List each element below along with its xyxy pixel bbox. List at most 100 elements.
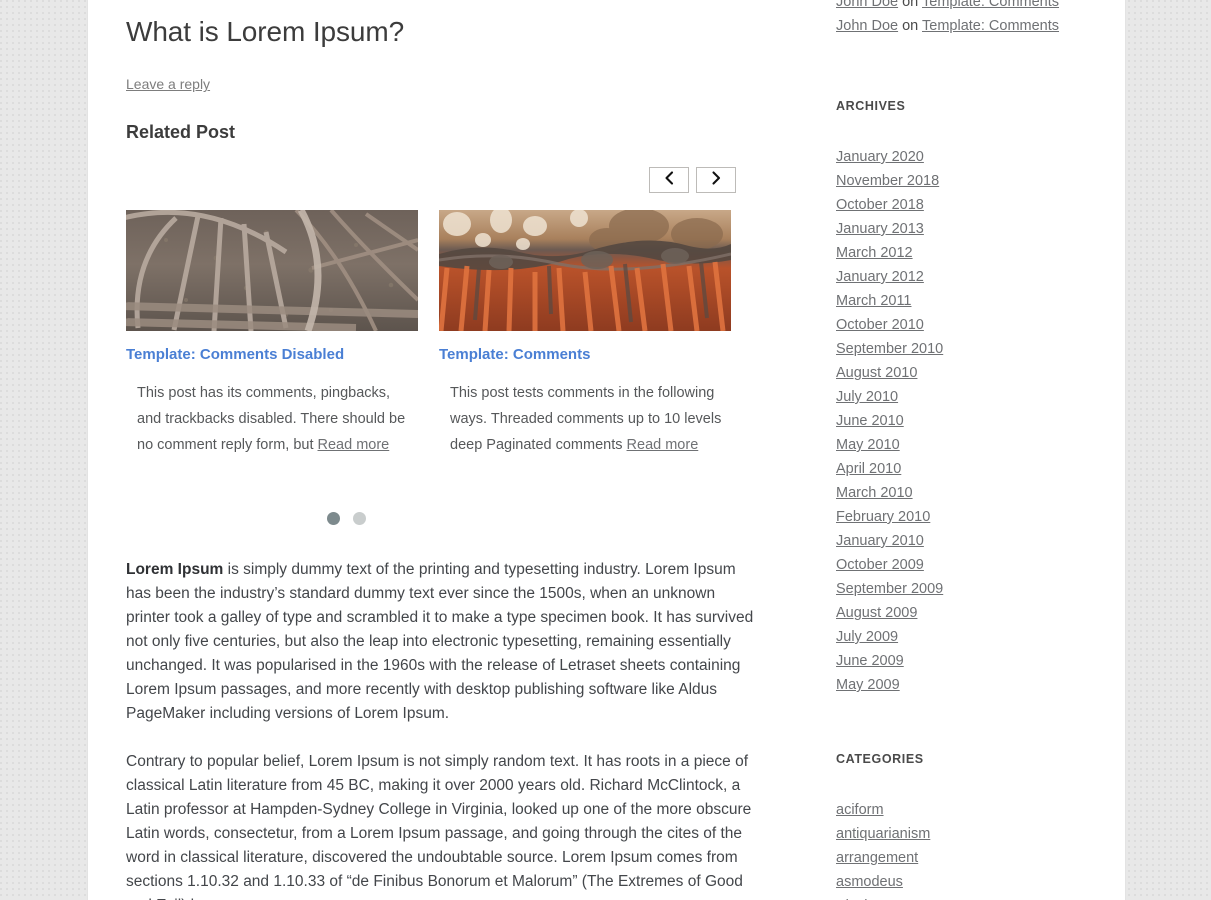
archive-item: January 2012 (836, 265, 1098, 289)
archive-item: July 2009 (836, 625, 1098, 649)
comment-post-link[interactable]: Template: Comments (922, 18, 1059, 34)
category-link[interactable]: aciform (836, 802, 884, 818)
carousel-slide: Template: Comments This post tests comme… (439, 210, 731, 473)
archive-link[interactable]: October 2018 (836, 197, 924, 213)
archive-link[interactable]: January 2012 (836, 269, 924, 285)
related-post-heading: Related Post (126, 122, 236, 143)
slide-read-more-link[interactable]: Read more (627, 437, 699, 453)
category-link[interactable]: arrangement (836, 850, 918, 866)
archive-item: August 2009 (836, 601, 1098, 625)
recent-comments-list: John Doe on Template: Comments John Doe … (836, 0, 1098, 38)
carousel-next-button[interactable] (696, 167, 736, 194)
slide-title-link[interactable]: Template: Comments Disabled (126, 346, 344, 363)
archive-item: January 2010 (836, 529, 1098, 553)
chevron-right-icon (712, 171, 721, 185)
page-root: What is Lorem Ipsum? Leave a reply Relat… (0, 0, 1211, 900)
widget-recent-comments: John Doe on Template: Comments John Doe … (836, 0, 1098, 38)
archive-link[interactable]: January 2010 (836, 533, 924, 549)
carousel-slide: Template: Comments Disabled This post ha… (126, 210, 418, 473)
archive-link[interactable]: January 2013 (836, 221, 924, 237)
page-title: What is Lorem Ipsum? (126, 16, 405, 47)
content-sheet: What is Lorem Ipsum? Leave a reply Relat… (88, 0, 1125, 900)
category-item: aciform (836, 798, 1098, 822)
slide-read-more-link[interactable]: Read more (318, 437, 390, 453)
archive-link[interactable]: April 2010 (836, 461, 901, 477)
archive-link[interactable]: November 2018 (836, 173, 939, 189)
archives-widget-title: Archives (836, 99, 906, 113)
archive-item: January 2013 (836, 217, 1098, 241)
related-post-carousel: Template: Comments Disabled This post ha… (126, 167, 756, 525)
archive-item: September 2009 (836, 577, 1098, 601)
slide-thumbnail-orange-bark[interactable] (439, 210, 731, 332)
comment-on-text: on (898, 0, 923, 10)
archive-link[interactable]: September 2010 (836, 341, 943, 357)
primary-content-column: What is Lorem Ipsum? Leave a reply Relat… (126, 0, 756, 900)
sidebar: John Doe on Template: Comments John Doe … (836, 0, 1098, 900)
archive-link[interactable]: March 2010 (836, 485, 913, 501)
archive-item: March 2012 (836, 241, 1098, 265)
category-item: arrangement (836, 846, 1098, 870)
carousel-dot-2[interactable] (352, 511, 366, 525)
archive-item: March 2011 (836, 289, 1098, 313)
archive-item: July 2010 (836, 385, 1098, 409)
archive-item: June 2009 (836, 649, 1098, 673)
recent-comment-item: John Doe on Template: Comments (836, 0, 1098, 14)
archive-item: April 2010 (836, 457, 1098, 481)
article-paragraph: Lorem Ipsum is simply dummy text of the … (126, 558, 756, 726)
comment-author-link[interactable]: John Doe (836, 0, 898, 10)
orange-wood-bark-image (439, 210, 731, 332)
archive-item: October 2010 (836, 313, 1098, 337)
slide-excerpt: This post has its comments, pingbacks, a… (126, 380, 418, 458)
category-item: Block (836, 894, 1098, 900)
archive-item: June 2010 (836, 409, 1098, 433)
archives-list: January 2020 November 2018 October 2018 Jan… (836, 113, 1098, 697)
categories-widget-title: Categories (836, 752, 924, 766)
archive-link[interactable]: May 2010 (836, 437, 900, 453)
archive-link[interactable]: August 2010 (836, 365, 917, 381)
paragraph-lead-bold: Lorem Ipsum (126, 560, 224, 578)
archive-item: August 2010 (836, 361, 1098, 385)
slide-excerpt: This post tests comments in the followin… (439, 380, 731, 458)
archive-link[interactable]: July 2009 (836, 629, 898, 645)
article-paragraph: Contrary to popular belief, Lorem Ipsum … (126, 750, 756, 900)
carousel-dot-1[interactable] (326, 511, 340, 525)
category-link[interactable]: asmodeus (836, 874, 903, 890)
archive-item: May 2009 (836, 673, 1098, 697)
archive-link[interactable]: March 2012 (836, 245, 913, 261)
categories-list: aciform antiquarianism arrangement asmodeus… (836, 766, 1098, 900)
wagon-wheel-spokes-image (126, 210, 418, 332)
carousel-prev-button[interactable] (649, 167, 689, 194)
carousel-track: Template: Comments Disabled This post ha… (126, 210, 756, 473)
category-item: antiquarianism (836, 822, 1098, 846)
archive-item: February 2010 (836, 505, 1098, 529)
archive-item: January 2020 (836, 145, 1098, 169)
slide-title: Template: Comments (439, 344, 731, 365)
archive-item: November 2018 (836, 169, 1098, 193)
archive-link[interactable]: July 2010 (836, 389, 898, 405)
leave-a-reply-link[interactable]: Leave a reply (126, 76, 210, 92)
slide-title-link[interactable]: Template: Comments (439, 346, 590, 363)
entry-content: Lorem Ipsum is simply dummy text of the … (126, 558, 756, 900)
archive-link[interactable]: October 2009 (836, 557, 924, 573)
archive-link[interactable]: May 2009 (836, 677, 900, 693)
comment-on-text: on (898, 18, 923, 34)
archive-link[interactable]: March 2011 (836, 293, 912, 309)
chevron-left-icon (665, 171, 674, 185)
widget-categories: Categories aciform antiquarianism arrangem… (836, 697, 1098, 900)
archive-link[interactable]: June 2009 (836, 653, 904, 669)
category-link[interactable]: antiquarianism (836, 826, 930, 842)
comment-author-link[interactable]: John Doe (836, 18, 898, 34)
archive-link[interactable]: February 2010 (836, 509, 930, 525)
archive-link[interactable]: August 2009 (836, 605, 917, 621)
paragraph-body-text: Contrary to popular belief, Lorem Ipsum … (126, 752, 752, 900)
archive-link[interactable]: October 2010 (836, 317, 924, 333)
archive-item: March 2010 (836, 481, 1098, 505)
carousel-nav (126, 167, 756, 194)
comment-post-link[interactable]: Template: Comments (922, 0, 1059, 10)
category-item: asmodeus (836, 870, 1098, 894)
archive-item: October 2018 (836, 193, 1098, 217)
archive-link[interactable]: January 2020 (836, 149, 924, 165)
archive-link[interactable]: June 2010 (836, 413, 904, 429)
archive-link[interactable]: September 2009 (836, 581, 943, 597)
slide-thumbnail-wagon-wheel[interactable] (126, 210, 418, 332)
